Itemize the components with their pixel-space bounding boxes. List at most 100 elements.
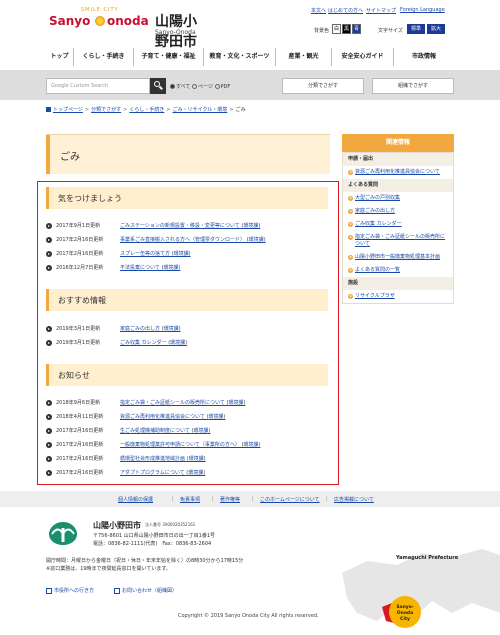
sidebar-link[interactable]: 指定ごみ袋・ごみ証紙シールの販売所について (343, 231, 453, 251)
bullet-arrow-icon (46, 251, 52, 257)
copyright-text: Copyright © 2019 Sanyo Onoda City All ri… (178, 613, 319, 619)
news-list-notices: 2018年9月6日更新 指定ごみ袋・ごみ証紙シールの販売所について (環境課) 2… (46, 396, 328, 480)
news-link[interactable]: ごみステーションの新規設置・移設・変更等について (120, 223, 240, 229)
news-link[interactable]: 不法投棄について (120, 265, 160, 271)
sidebar-link[interactable]: よくある質問の一覧 (343, 264, 453, 277)
bg-blue-button[interactable]: 青 (352, 24, 361, 34)
sidebar-heading: 関連情報 (342, 134, 454, 152)
disclaimer-link[interactable]: 免責事項 (180, 496, 200, 503)
utility-links: 本文へ はじめての方へ サイトマップ Foreign Language (0, 7, 500, 17)
dept-link[interactable]: 環境課 (188, 470, 203, 476)
scope-pdf-radio[interactable] (214, 84, 220, 89)
nav-safety-guide[interactable]: 安全安心ガイド (332, 48, 394, 66)
dept-link[interactable]: 環境課 (243, 442, 258, 448)
page-title: ごみ (46, 134, 330, 174)
dept-link[interactable]: 環境課 (208, 414, 223, 420)
arrow-icon (348, 255, 353, 260)
arrow-icon (348, 268, 353, 273)
dept-link[interactable]: 環境課 (163, 265, 178, 271)
list-item: 2017年2月16日更新 スプレー缶等の捨て方 (環境課) (46, 247, 328, 261)
office-hours: 開庁時間：月曜日から金曜日（祝日・休日・年末年始を除く）の8時30分から17時1… (46, 558, 244, 572)
breadcrumb-home[interactable]: トップページ (53, 107, 83, 113)
news-link[interactable]: ごみ収集 カレンダー (120, 340, 167, 346)
footer: 山陽小野田市 法人番号 3000020352161 〒756-8601 山口県山… (0, 507, 500, 635)
sidebar-group-title: 申請・届出 (343, 153, 453, 166)
news-list-caution: 2017年9月1日更新 ごみステーションの新規設置・移設・変更等について (環境課… (46, 219, 328, 275)
dept-link[interactable]: 環境課 (174, 251, 189, 257)
search-input[interactable]: Google Custom Search (46, 78, 150, 94)
privacy-link[interactable]: 個人情報の保護 (118, 496, 153, 503)
list-item: 2016年12月7日更新 不法投棄について (環境課) (46, 261, 328, 275)
first-visit-link[interactable]: はじめての方へ (328, 7, 363, 14)
news-link[interactable]: 指定ごみ袋・ごみ証紙シールの販売所について (120, 400, 225, 406)
news-link[interactable]: 生ごみ処理機補助制度について (120, 428, 190, 434)
bullet-arrow-icon (46, 414, 52, 420)
bullet-arrow-icon (46, 456, 52, 462)
about-site-link[interactable]: このホームページについて (260, 496, 320, 503)
bg-white-button[interactable]: 白 (332, 24, 341, 34)
news-link[interactable]: 資源ごみ再利用化推進員協会について (120, 414, 205, 420)
skip-to-content-link[interactable]: 本文へ (311, 7, 326, 14)
search-by-category-button[interactable]: 分類でさがす (282, 78, 364, 94)
access-link[interactable]: 市役所への行き方 (46, 587, 94, 594)
nav-childcare-health[interactable]: 子育て・健康・福祉 (134, 48, 204, 66)
copyright-link[interactable]: 著作権等 (220, 496, 240, 503)
search-bar: Google Custom Search すべて ページ PDF 分類でさがす … (0, 70, 500, 100)
news-link[interactable]: 循環型社会形成推進地域計画 (120, 456, 185, 462)
font-normal-button[interactable]: 標準 (407, 24, 425, 34)
city-emblem-icon (49, 522, 77, 545)
font-size-label: 文字サイズ (378, 28, 403, 34)
breadcrumb-category[interactable]: 分類でさがす (91, 107, 121, 113)
scope-page-radio[interactable] (192, 84, 198, 89)
search-button[interactable] (150, 78, 166, 94)
news-link[interactable]: スプレー缶等の捨て方 (120, 251, 170, 257)
sidebar-link[interactable]: 家庭ごみの出し方 (343, 205, 453, 218)
nav-education-culture[interactable]: 教育・文化・スポーツ (204, 48, 276, 66)
nav-top[interactable]: トップ (46, 48, 74, 66)
foreign-language-link[interactable]: Foreign Language (400, 7, 445, 13)
map-pin-icon (46, 587, 52, 594)
list-item: 2018年4月11日更新 資源ごみ再利用化推進員協会について (環境課) (46, 410, 328, 424)
arrow-icon (348, 170, 353, 175)
sidebar-link[interactable]: リサイクルプラザ (343, 290, 453, 303)
footer-address: 〒756-8601 山口県山陽小野田市日の出一丁目1番1号 電話：0836-82… (93, 533, 216, 547)
dept-link[interactable]: 環境課 (164, 326, 179, 332)
search-by-organization-button[interactable]: 組織でさがす (372, 78, 454, 94)
dept-link[interactable]: 環境課 (228, 400, 243, 406)
nav-living[interactable]: くらし・手続き (74, 48, 134, 66)
news-list-recommended: 2019年3月1日更新 家庭ごみの出し方 (環境課) 2019年3月1日更新 ごみ収… (46, 322, 328, 350)
sidebar-group-title: 施設 (343, 277, 453, 290)
dept-link[interactable]: 環境課 (170, 340, 185, 346)
dept-link[interactable]: 環境課 (243, 223, 258, 229)
news-link[interactable]: 一般廃棄物処理業許可申請について（事業所の方へ） (120, 442, 240, 448)
bg-black-button[interactable]: 黒 (342, 24, 351, 34)
arrow-icon (348, 235, 353, 240)
nav-city-info[interactable]: 市政情報 (394, 48, 454, 66)
news-link[interactable]: 家庭ごみの出し方 (120, 326, 160, 332)
sidebar-link[interactable]: 大型ごみの戸別収集 (343, 192, 453, 205)
list-item: 2019年3月1日更新 家庭ごみの出し方 (環境課) (46, 322, 328, 336)
breadcrumb-living[interactable]: くらし・手続き (129, 107, 164, 113)
advertising-link[interactable]: 広告掲載について (334, 496, 374, 503)
sidebar-link[interactable]: 資源ごみ再利用化推進員協会について (343, 166, 453, 179)
dept-link[interactable]: 環境課 (189, 456, 204, 462)
dept-link[interactable]: 環境課 (193, 428, 208, 434)
bg-color-label: 背景色 (314, 28, 330, 34)
font-large-button[interactable]: 拡大 (427, 24, 445, 34)
nav-industry-tourism[interactable]: 産業・観光 (276, 48, 332, 66)
sidebar-link[interactable]: ごみ収集 カレンダー (343, 218, 453, 231)
breadcrumb-environment[interactable]: ごみ・リサイクル・環境 (173, 107, 228, 113)
search-placeholder: Custom Search (70, 83, 109, 89)
arrow-icon (348, 294, 353, 299)
news-link[interactable]: アダプトプログラムについて (120, 470, 185, 476)
sitemap-link[interactable]: サイトマップ (366, 7, 396, 14)
footer-links: 個人情報の保護 | 免責事項 | 著作権等 | このホームページについて | 広… (0, 491, 500, 507)
scope-all-radio[interactable] (170, 84, 175, 89)
bullet-arrow-icon (46, 428, 52, 434)
contact-link[interactable]: お問い合わせ（組織図） (114, 587, 177, 594)
news-link[interactable]: 事業系ごみ直接搬入される方へ（管理票ダウンロード） (120, 237, 245, 243)
bullet-arrow-icon (46, 237, 52, 243)
search-scope: すべて ページ PDF (170, 83, 230, 90)
dept-link[interactable]: 環境課 (249, 237, 264, 243)
sidebar-link[interactable]: 山陽小野田市一般廃棄物処理基本計画 (343, 251, 453, 264)
